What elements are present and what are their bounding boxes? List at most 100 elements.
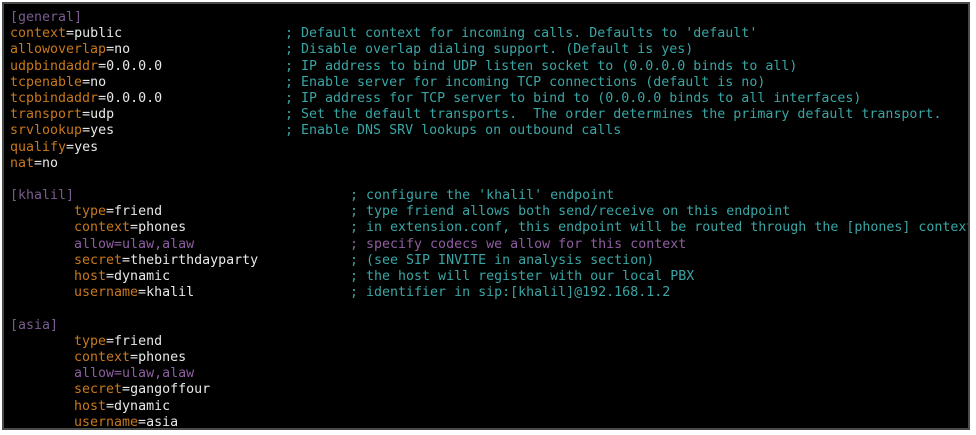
equals-sign: = — [106, 398, 115, 414]
config-value: thebirthdayparty — [130, 252, 259, 268]
config-line: host=dynamic — [10, 399, 968, 415]
config-line: secret=gangoffour — [10, 382, 968, 398]
inline-comment: ; Disable overlap dialing support. (Defa… — [285, 42, 694, 58]
equals-sign: = — [66, 139, 75, 155]
equals-sign: = — [82, 123, 91, 139]
config-line: username=khalil ; identifier in sip:[khal… — [10, 285, 968, 301]
code-part: srvlookup=yes — [10, 123, 114, 139]
config-line: srvlookup=yes ; Enable DNS SRV lookups on… — [10, 123, 968, 139]
config-value: ulaw,alaw — [122, 236, 195, 252]
config-key: context — [10, 26, 67, 42]
config-key: nat — [10, 155, 35, 171]
code-part: [khalil] — [10, 188, 74, 204]
equals-sign: = — [114, 366, 123, 382]
equals-sign: = — [130, 349, 139, 365]
code-part: secret=gangoffour — [10, 382, 210, 398]
config-value: yes — [74, 139, 99, 155]
config-key: context — [74, 220, 131, 236]
config-key: type — [74, 204, 107, 220]
config-key: secret — [74, 382, 123, 398]
code-part: qualify=yes — [10, 140, 98, 156]
equals-sign: = — [98, 58, 107, 74]
inline-comment: ; identifier in sip:[khalil]@192.168.1.2 — [350, 285, 671, 301]
equals-sign: = — [122, 252, 131, 268]
config-value: 0.0.0.0 — [106, 90, 163, 106]
code-part: allow=ulaw,alaw — [10, 366, 194, 382]
code-part: tcpbindaddr=0.0.0.0 — [10, 91, 162, 107]
config-line: allow=ulaw,alaw — [10, 366, 968, 382]
equals-sign: = — [138, 414, 147, 430]
config-line: username=asia — [10, 414, 968, 430]
inline-comment: ; Enable DNS SRV lookups on outbound cal… — [285, 123, 622, 139]
section-header-line: [khalil] ; configure the 'khalil' endpoin… — [10, 188, 968, 204]
equals-sign: = — [34, 155, 43, 171]
config-value: gangoffour — [130, 382, 211, 398]
code-part: context=phones — [10, 220, 186, 236]
code-part: type=friend — [10, 204, 162, 220]
config-value: ulaw,alaw — [122, 366, 195, 382]
inline-comment: ; specify codecs we allow for this conte… — [350, 236, 687, 252]
config-key: udpbindaddr — [10, 58, 99, 74]
code-part: host=dynamic — [10, 269, 170, 285]
inline-comment: ; Default context for incoming calls. De… — [285, 26, 758, 42]
code-part: allow=ulaw,alaw — [10, 237, 194, 253]
config-value: friend — [114, 333, 163, 349]
section-name: [asia] — [10, 317, 59, 333]
config-key: username — [74, 414, 139, 430]
section-header-line: [general] — [10, 10, 968, 26]
config-value: phones — [138, 220, 187, 236]
config-value: yes — [90, 123, 115, 139]
equals-sign: = — [122, 382, 131, 398]
config-key: allowoverlap — [10, 42, 107, 58]
inline-comment: ; configure the 'khalil' endpoint — [350, 188, 615, 204]
inline-comment: ; the host will register with our local … — [350, 269, 695, 284]
config-line: transport=udp ; Set the default transport… — [10, 107, 968, 123]
section-name: [khalil] — [10, 188, 75, 204]
config-line: secret=thebirthdayparty ; (see SIP INVITE… — [10, 253, 968, 269]
config-key: qualify — [10, 139, 67, 155]
inline-comment: ; IP address to bind UDP listen socket t… — [285, 58, 798, 74]
code-part: udpbindaddr=0.0.0.0 — [10, 59, 162, 75]
config-value: asia — [146, 414, 179, 430]
inline-comment: ; Set the default transports. The order … — [285, 107, 942, 123]
config-key: context — [74, 349, 131, 365]
config-key: host — [74, 398, 107, 414]
config-value: no — [90, 74, 107, 90]
code-part: [general] — [10, 10, 82, 26]
equals-sign: = — [106, 42, 115, 58]
code-part: type=friend — [10, 334, 162, 350]
code-part: allowoverlap=no — [10, 42, 130, 58]
config-value: no — [42, 155, 59, 171]
config-line: type=friend ; type friend allows both sen… — [10, 204, 968, 220]
code-part: host=dynamic — [10, 399, 170, 415]
terminal-window[interactable]: [general] context=public; Default context… — [2, 2, 970, 430]
code-part: username=asia — [10, 414, 179, 430]
equals-sign: = — [82, 107, 91, 123]
equals-sign: = — [106, 333, 115, 349]
config-value: dynamic — [114, 269, 171, 284]
config-key: type — [74, 333, 107, 349]
config-key: tcpenable — [10, 74, 83, 90]
equals-sign: = — [106, 204, 115, 220]
config-key: allow — [74, 366, 115, 382]
config-line: type=friend — [10, 334, 968, 350]
inline-comment: ; in extension.conf, this endpoint will … — [350, 220, 970, 236]
config-value: dynamic — [114, 398, 171, 414]
config-key: username — [74, 285, 139, 301]
code-part: context=phones — [10, 350, 186, 366]
config-value: khalil — [146, 285, 195, 301]
code-part: username=khalil — [10, 285, 194, 301]
config-value: friend — [114, 204, 163, 220]
config-line: context=public ; Default context for inco… — [10, 26, 968, 42]
config-value: no — [114, 42, 131, 58]
equals-sign: = — [130, 220, 139, 236]
config-line: context=phones ; in extension.conf, this … — [10, 220, 968, 236]
config-line: nat=no — [10, 156, 968, 172]
code-part: tcpenable=no — [10, 75, 106, 91]
equals-sign: = — [66, 26, 75, 42]
inline-comment: ; (see SIP INVITE in analysis section) — [350, 252, 655, 268]
config-line: host=dynamic ; the host will register wit… — [10, 269, 968, 285]
inline-comment: ; type friend allows both send/receive o… — [350, 204, 791, 220]
